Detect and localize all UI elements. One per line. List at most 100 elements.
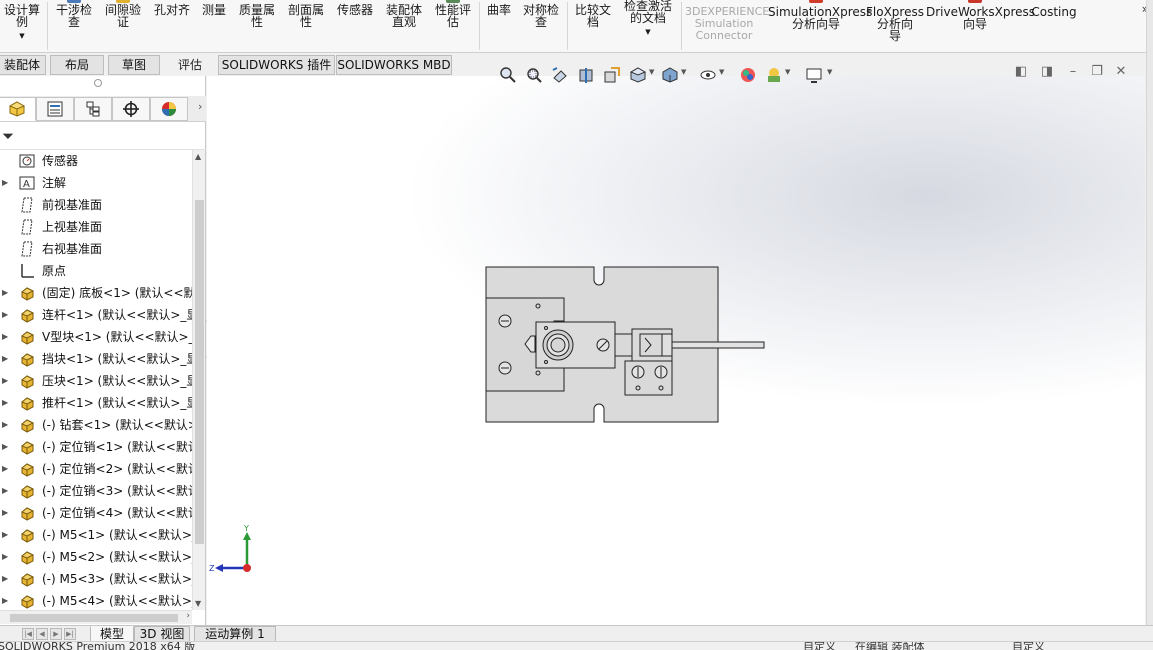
tree-item[interactable]: ▶ (-) 定位销<2> (默认<<默认: [0, 458, 192, 480]
tree-item[interactable]: ▶ (-) M5<2> (默认<<默认>_: [0, 546, 192, 568]
chevron-down-icon[interactable]: ▼: [719, 68, 724, 76]
stop-block[interactable]: [624, 360, 673, 396]
curvature-button[interactable]: 曲率: [483, 0, 515, 50]
previous-view-icon[interactable]: [549, 64, 571, 86]
sensor-button[interactable]: 传感器: [333, 0, 377, 50]
tree-item[interactable]: ▶ (-) 定位销<4> (默认<<默认: [0, 502, 192, 524]
scroll-thumb[interactable]: [10, 614, 178, 622]
last-tab-icon[interactable]: ▶|: [64, 628, 76, 640]
tree-item[interactable]: ▶ 推杆<1> (默认<<默认>_显: [0, 392, 192, 414]
symmetry-check-button[interactable]: 对称检 查: [519, 0, 563, 50]
tab-evaluate[interactable]: 评估: [164, 55, 216, 75]
first-tab-icon[interactable]: |◀: [22, 628, 34, 640]
expand-arrow-icon[interactable]: ▶: [2, 524, 8, 546]
restore-icon[interactable]: ❐: [1087, 62, 1107, 82]
simulationxpress-button[interactable]: SimulationXpress 分析向导: [768, 0, 872, 50]
clearance-verification-button[interactable]: 间隙验 证: [100, 0, 146, 50]
scroll-thumb[interactable]: [195, 200, 204, 544]
scroll-up-icon[interactable]: ▲: [195, 152, 201, 161]
tree-item[interactable]: ▶ 连杆<1> (默认<<默认>_显: [0, 304, 192, 326]
close-icon[interactable]: ✕: [1111, 62, 1131, 82]
tree-item[interactable]: ▶ (固定) 底板<1> (默认<<默认: [0, 282, 192, 304]
property-manager-tab[interactable]: [36, 97, 74, 121]
assembly-model-view[interactable]: [477, 258, 767, 428]
expand-arrow-icon[interactable]: ▶: [2, 326, 8, 348]
tree-item[interactable]: 前视基准面: [0, 194, 192, 216]
scroll-right-icon[interactable]: ›: [186, 611, 190, 621]
chevron-down-icon[interactable]: ▼: [827, 68, 832, 76]
minimize-icon[interactable]: –: [1063, 62, 1083, 82]
apply-scene-icon[interactable]: [763, 64, 785, 86]
display-style-icon[interactable]: [659, 64, 681, 86]
tab-layout[interactable]: 布局: [50, 55, 104, 75]
tab-model[interactable]: 模型: [90, 626, 134, 642]
tree-item[interactable]: ▶ (-) 钻套<1> (默认<<默认>_: [0, 414, 192, 436]
expand-arrow-icon[interactable]: ▶: [2, 392, 8, 414]
expand-arrow-icon[interactable]: ▶: [2, 590, 8, 610]
design-study-button[interactable]: 设计算 例 ▼: [0, 0, 44, 50]
compare-documents-button[interactable]: 比较文 档: [571, 0, 615, 50]
tab-solidworks-addins[interactable]: SOLIDWORKS 插件: [218, 55, 335, 75]
tile-left-icon[interactable]: ◧: [1011, 62, 1031, 82]
tab-3d-view[interactable]: 3D 视图: [134, 626, 190, 642]
expand-arrow-icon[interactable]: ▶: [2, 568, 8, 590]
dimxpert-manager-tab[interactable]: [112, 97, 150, 121]
edit-appearance-icon[interactable]: [737, 64, 759, 86]
expand-arrow-icon[interactable]: ▶: [2, 304, 8, 326]
hide-show-items-icon[interactable]: [697, 64, 719, 86]
prev-tab-icon[interactable]: ◀: [36, 628, 48, 640]
chevron-down-icon[interactable]: ▼: [785, 68, 790, 76]
tree-item[interactable]: ▶ (-) M5<4> (默认<<默认>_: [0, 590, 192, 610]
tree-item[interactable]: 原点: [0, 260, 192, 282]
expand-arrow-icon[interactable]: ▶: [2, 502, 8, 524]
expand-arrow-icon[interactable]: ▶: [2, 348, 8, 370]
tab-assembly[interactable]: 装配体: [0, 55, 46, 75]
tree-item[interactable]: ▶ (-) 定位销<3> (默认<<默认: [0, 480, 192, 502]
tree-filter[interactable]: ⏷: [0, 124, 206, 150]
expand-arrow-icon[interactable]: ▶: [2, 546, 8, 568]
3dexperience-simulation-connector-button[interactable]: 3DEXPERIENCE Simulation Connector: [685, 0, 769, 50]
view-orientation-icon[interactable]: [627, 64, 649, 86]
expand-arrow-icon[interactable]: ▶: [2, 480, 8, 502]
assembly-visualization-button[interactable]: 装配体 直观: [381, 0, 427, 50]
more-tabs-icon[interactable]: ›: [198, 100, 202, 113]
expand-arrow-icon[interactable]: ▶: [2, 172, 8, 194]
tree-item[interactable]: 右视基准面: [0, 238, 192, 260]
tab-motion-study[interactable]: 运动算例 1: [194, 626, 276, 642]
expand-arrow-icon[interactable]: ▶: [2, 370, 8, 392]
feature-manager-tab[interactable]: [0, 97, 36, 121]
performance-evaluation-button[interactable]: 性能评 估: [431, 0, 475, 50]
expand-arrow-icon[interactable]: ▶: [2, 414, 8, 436]
view-settings-icon[interactable]: [803, 64, 825, 86]
tree-vertical-scrollbar[interactable]: ▲ ▼: [192, 150, 205, 610]
section-view-icon[interactable]: [575, 64, 597, 86]
expand-arrow-icon[interactable]: ▶: [2, 458, 8, 480]
tile-right-icon[interactable]: ◨: [1037, 62, 1057, 82]
tree-item[interactable]: ▶ 挡块<1> (默认<<默认>_显: [0, 348, 192, 370]
driveworksxpress-button[interactable]: DriveWorksXpress 向导: [926, 0, 1035, 50]
push-rod[interactable]: [671, 341, 765, 349]
filter-icon[interactable]: ⏷: [2, 127, 14, 145]
tab-solidworks-mbd[interactable]: SOLIDWORKS MBD: [336, 55, 452, 75]
panel-grip-icon[interactable]: [94, 79, 102, 87]
tab-sketch[interactable]: 草图: [108, 55, 160, 75]
tree-item[interactable]: ▶ (-) 定位销<1> (默认<<默认: [0, 436, 192, 458]
zoom-to-area-icon[interactable]: [523, 64, 545, 86]
expand-arrow-icon[interactable]: ▶: [2, 282, 8, 304]
tree-item[interactable]: ▶ (-) M5<3> (默认<<默认>_: [0, 568, 192, 590]
hole-alignment-button[interactable]: 孔对齐: [150, 0, 194, 50]
status-units[interactable]: 自定义: [1012, 642, 1045, 650]
link[interactable]: [614, 333, 633, 357]
zoom-to-fit-icon[interactable]: [497, 64, 519, 86]
tree-item[interactable]: ▶ (-) M5<1> (默认<<默认>_: [0, 524, 192, 546]
graphics-area[interactable]: ▼ ▼ ▼ ▼ ▼ ◧ ◨ – ❐ ✕ Y Z: [207, 64, 1145, 625]
expand-arrow-icon[interactable]: ▶: [2, 436, 8, 458]
tree-horizontal-scrollbar[interactable]: ›: [0, 610, 192, 624]
mass-properties-button[interactable]: 质量属 性: [235, 0, 279, 50]
display-manager-tab[interactable]: [150, 97, 188, 121]
costing-button[interactable]: Costing: [1028, 0, 1080, 50]
tree-item[interactable]: 上视基准面: [0, 216, 192, 238]
tree-item[interactable]: 传感器: [0, 150, 192, 172]
check-active-document-button[interactable]: 检查激活 的文档 ▼: [620, 0, 676, 50]
measure-button[interactable]: 测量: [198, 0, 230, 50]
